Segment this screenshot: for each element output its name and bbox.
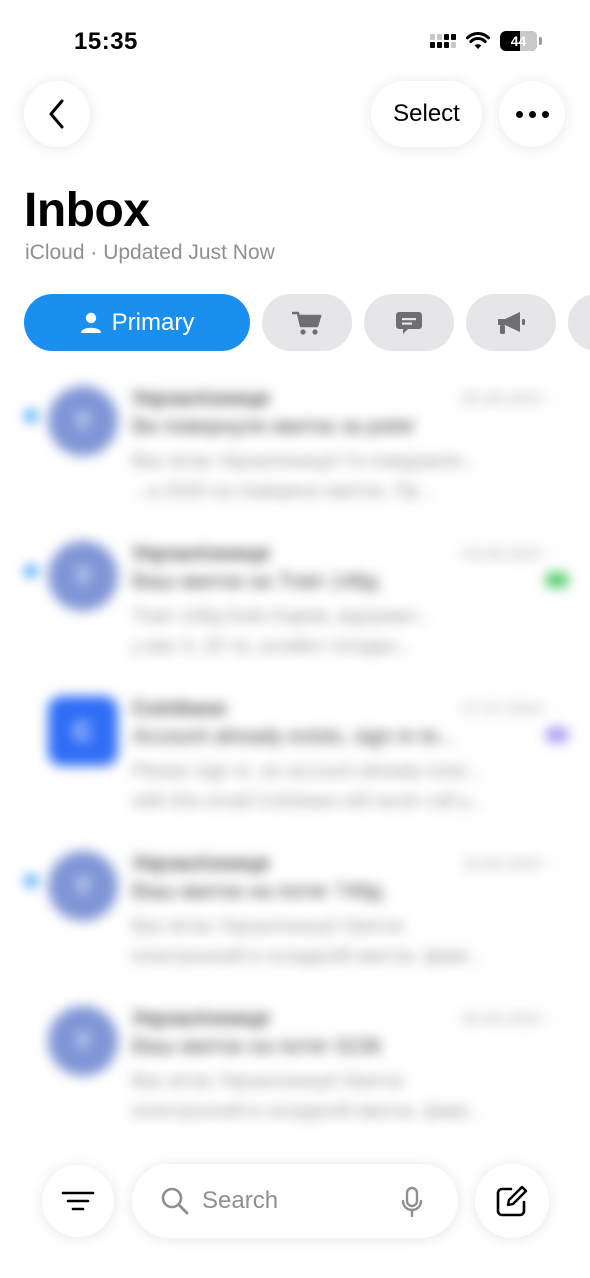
sender-name: Укрзалізниця bbox=[132, 542, 270, 565]
sender-name: Укрзалізниця bbox=[132, 852, 270, 875]
battery-icon: 44 bbox=[500, 31, 537, 51]
message-list: Y Укрзалізниця 05.08.2024 › Ви повернули кви… bbox=[0, 370, 590, 1145]
message-date: 27.07.2024 bbox=[461, 701, 542, 718]
sender-avatar: Y bbox=[48, 1006, 118, 1076]
tab-more-categories[interactable] bbox=[568, 294, 590, 351]
search-bar[interactable] bbox=[132, 1164, 458, 1238]
preview-line: Вас вітає Укрзалізниця! Ги повідомля... bbox=[132, 451, 477, 472]
message-row[interactable]: Y Укрзалізниця 05.08.2024 › Ви повернули кви… bbox=[0, 370, 590, 525]
chevron-right-icon: › bbox=[552, 546, 558, 563]
category-flag bbox=[546, 728, 568, 742]
sender-avatar: Y bbox=[48, 386, 118, 456]
tab-shopping[interactable] bbox=[262, 294, 352, 351]
megaphone-icon bbox=[498, 311, 525, 334]
battery-level: 44 bbox=[510, 33, 527, 49]
message-preview: Train 148д Київ-Харків, відправл... у вас… bbox=[132, 602, 552, 662]
unread-indicator bbox=[25, 410, 37, 422]
message-subject: Ваш квиток на потяг 023К bbox=[132, 1035, 382, 1058]
tab-transactions[interactable] bbox=[364, 294, 454, 351]
sender-avatar: C bbox=[48, 696, 118, 766]
person-icon bbox=[80, 312, 101, 333]
compose-icon bbox=[496, 1185, 528, 1217]
message-preview: Вас вітає Укрзалізниця! Квиток електронни… bbox=[132, 1067, 552, 1127]
search-icon bbox=[161, 1187, 189, 1215]
more-button[interactable] bbox=[499, 81, 565, 147]
status-icons: 44 bbox=[430, 31, 542, 51]
message-date: 03.08.2024 bbox=[461, 546, 542, 563]
message-date: 05.08.2024 bbox=[461, 391, 542, 408]
preview-line: у вас 4, 20 та, шлайнт поїздки... bbox=[132, 636, 412, 657]
preview-line: with this email Coinbase will never call… bbox=[132, 791, 485, 812]
preview-line: електронний в складеній квиток, фамі... bbox=[132, 1101, 484, 1122]
message-date: 05.06.2024 bbox=[461, 1011, 542, 1028]
preview-line: Please sign in, an account already exist… bbox=[132, 761, 482, 782]
chevron-left-icon bbox=[49, 99, 64, 129]
tab-primary-label: Primary bbox=[111, 308, 195, 336]
back-button[interactable] bbox=[24, 81, 90, 147]
message-row[interactable]: Y Укрзалізниця 03.08.2024 › Ваш квиток на Tr… bbox=[0, 525, 590, 680]
account-status: iCloud · Updated Just Now bbox=[25, 241, 275, 264]
category-tabs: Primary bbox=[24, 294, 590, 351]
message-row[interactable]: C Coinbase 27.07.2024 › Account already exis… bbox=[0, 680, 590, 835]
search-input[interactable] bbox=[202, 1184, 382, 1218]
sender-name: Укрзалізниця bbox=[132, 1007, 270, 1030]
ellipsis-icon bbox=[515, 110, 549, 118]
filter-lines-icon bbox=[61, 1191, 95, 1211]
chevron-right-icon: › bbox=[552, 1011, 558, 1028]
sender-name: Укрзалізниця bbox=[132, 387, 270, 410]
message-subject: Ваш квиток на потяг 749д bbox=[132, 880, 383, 903]
unread-indicator bbox=[25, 875, 37, 887]
cellular-signal-icon bbox=[430, 34, 456, 48]
status-bar: 15:35 44 bbox=[0, 0, 590, 90]
message-subject: Account already exists, sign in to... bbox=[132, 725, 456, 748]
preview-line: Вас вітає Укрзалізниця! Квиток bbox=[132, 916, 404, 937]
chevron-right-icon: › bbox=[552, 391, 558, 408]
cart-icon bbox=[292, 311, 322, 335]
filter-button[interactable] bbox=[42, 1165, 114, 1237]
compose-button[interactable] bbox=[475, 1164, 549, 1238]
wifi-icon bbox=[466, 32, 490, 49]
message-subject: Ваш квиток на Train 148д bbox=[132, 570, 378, 593]
preview-line: електронний в складеній квиток, фамі... bbox=[132, 946, 484, 967]
chevron-right-icon: › bbox=[552, 856, 558, 873]
chevron-right-icon: › bbox=[552, 701, 558, 718]
message-row[interactable]: Y Укрзалізниця 05.06.2024 › Ваш квиток на по… bbox=[0, 990, 590, 1145]
tab-primary[interactable]: Primary bbox=[24, 294, 250, 351]
unread-indicator bbox=[25, 565, 37, 577]
select-button[interactable]: Select bbox=[371, 81, 482, 147]
preview-line: Train 148д Київ-Харків, відправл... bbox=[132, 606, 432, 627]
sender-avatar: Y bbox=[48, 541, 118, 611]
chat-bubble-icon bbox=[396, 311, 422, 334]
preview-line: ...а 2020 на поверенн квитка. Пр... bbox=[132, 481, 434, 502]
message-row[interactable]: Y Укрзалізниця 16.06.2024 › Ваш квиток на по… bbox=[0, 835, 590, 990]
sender-avatar: Y bbox=[48, 851, 118, 921]
tab-promotions[interactable] bbox=[466, 294, 556, 351]
message-date: 16.06.2024 bbox=[461, 856, 542, 873]
message-preview: Вас вітає Укрзалізниця! Ги повідомля....… bbox=[132, 447, 552, 507]
sender-name: Coinbase bbox=[132, 697, 227, 720]
message-preview: Вас вітає Укрзалізниця! Квиток електронни… bbox=[132, 912, 552, 972]
status-time: 15:35 bbox=[74, 28, 138, 55]
battery-tip bbox=[539, 37, 542, 45]
message-subject: Ви повернули квиток за potяг bbox=[132, 415, 416, 438]
message-preview: Please sign in, an account already exist… bbox=[132, 757, 552, 817]
preview-line: Вас вітає Укрзалізниця! Квиток bbox=[132, 1071, 404, 1092]
page-title: Inbox bbox=[24, 184, 150, 237]
category-flag bbox=[546, 573, 568, 587]
microphone-icon[interactable] bbox=[400, 1186, 424, 1218]
